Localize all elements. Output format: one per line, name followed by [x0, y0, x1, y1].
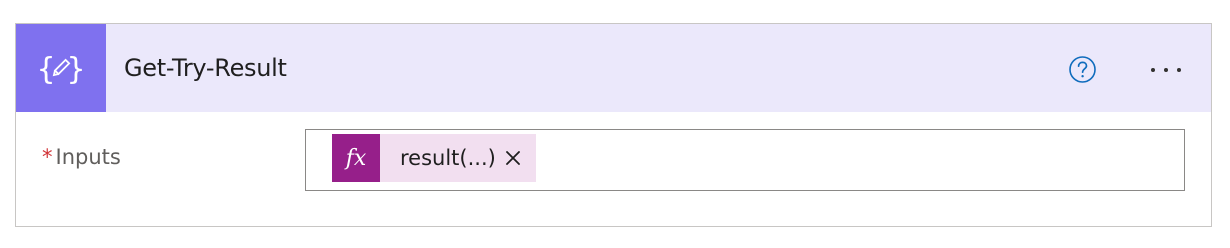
expression-token[interactable]: fx result(...)	[332, 134, 536, 182]
more-dot	[1177, 67, 1181, 72]
close-icon[interactable]	[500, 134, 526, 182]
more-dot	[1151, 67, 1155, 72]
inputs-field[interactable]: fx result(...)	[305, 129, 1185, 191]
svg-text:{: {	[37, 52, 55, 87]
action-card-header[interactable]: { } Get-Try-Result	[16, 24, 1211, 112]
help-icon[interactable]	[1068, 55, 1097, 84]
action-card: { } Get-Try-Result * Inputs fx result(..…	[15, 23, 1212, 227]
inputs-label: * Inputs	[42, 144, 121, 170]
more-dot	[1164, 67, 1168, 72]
variable-edit-icon: { }	[16, 24, 106, 112]
svg-text:}: }	[67, 52, 85, 87]
action-title[interactable]: Get-Try-Result	[124, 53, 287, 83]
expression-token-text: result(...)	[400, 146, 496, 170]
inputs-label-text: Inputs	[55, 145, 121, 169]
more-options-icon[interactable]	[1141, 55, 1191, 84]
required-marker: *	[42, 145, 53, 169]
function-icon: fx	[332, 134, 380, 182]
